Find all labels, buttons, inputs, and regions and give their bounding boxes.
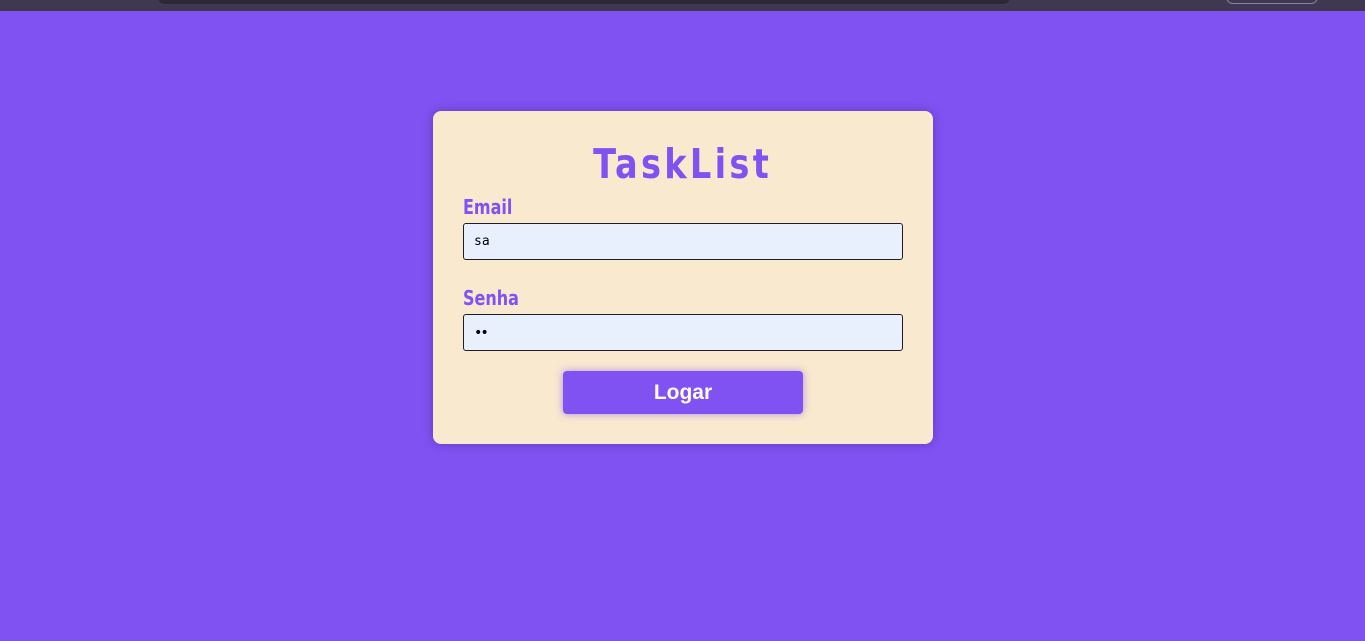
address-bar[interactable] [158, 0, 1010, 4]
email-field[interactable] [463, 223, 903, 260]
login-button[interactable]: Logar [563, 371, 803, 414]
password-field[interactable] [463, 314, 903, 351]
toolbar-button[interactable] [1226, 0, 1318, 4]
password-label: Senha [463, 286, 519, 310]
email-label: Email [463, 195, 513, 219]
app-title: TaskList [593, 140, 773, 188]
browser-top-strip [0, 0, 1365, 11]
